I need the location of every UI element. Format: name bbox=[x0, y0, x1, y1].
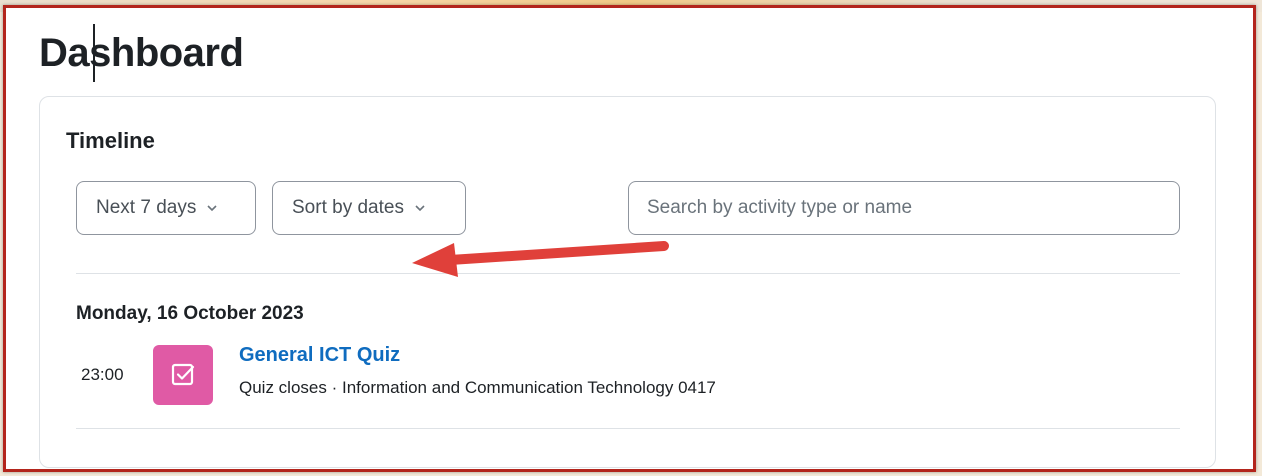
divider bbox=[76, 428, 1180, 429]
annotation-arrow-icon bbox=[412, 241, 669, 277]
sort-dropdown[interactable]: Sort by dates bbox=[272, 181, 466, 235]
day-filter-label: Next 7 days bbox=[96, 197, 197, 218]
page-title: Dashboard bbox=[39, 31, 244, 75]
chevron-down-icon bbox=[206, 204, 218, 212]
event-link[interactable]: General ICT Quiz bbox=[239, 344, 400, 367]
search-input[interactable] bbox=[628, 181, 1180, 235]
event-time: 23:00 bbox=[81, 365, 124, 384]
quiz-icon bbox=[153, 345, 213, 405]
sort-label: Sort by dates bbox=[292, 197, 404, 218]
timeline-block: Timeline Next 7 days Sort by dates Monda… bbox=[39, 96, 1216, 468]
chevron-down-icon bbox=[414, 204, 426, 212]
timeline-title: Timeline bbox=[66, 128, 155, 153]
text-cursor bbox=[93, 24, 95, 82]
date-heading: Monday, 16 October 2023 bbox=[76, 303, 304, 324]
day-filter-dropdown[interactable]: Next 7 days bbox=[76, 181, 256, 235]
event-detail: Quiz closes · Information and Communicat… bbox=[239, 378, 716, 397]
screenshot-frame: Dashboard Timeline Next 7 days Sort by d… bbox=[3, 5, 1256, 472]
